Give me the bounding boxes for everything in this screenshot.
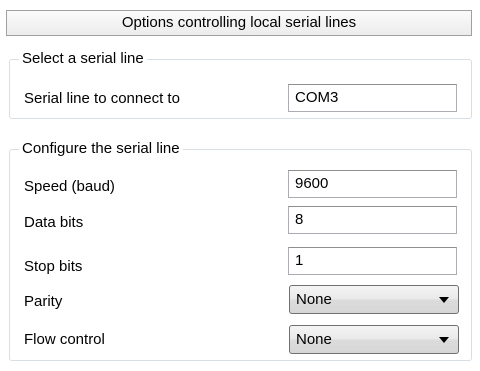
flow-control-selected-value: None — [296, 331, 332, 348]
chevron-down-icon — [439, 297, 449, 303]
flow-control-label: Flow control — [24, 331, 105, 348]
serial-options-panel: Options controlling local serial lines S… — [0, 0, 480, 371]
serial-line-label: Serial line to connect to — [24, 90, 180, 107]
speed-input[interactable]: 9600 — [288, 170, 457, 198]
stop-bits-label: Stop bits — [24, 258, 83, 275]
select-serial-line-group-title: Select a serial line — [19, 50, 147, 68]
chevron-down-icon — [439, 337, 449, 343]
parity-selected-value: None — [296, 291, 332, 308]
stop-bits-input[interactable]: 1 — [288, 247, 457, 275]
section-header: Options controlling local serial lines — [6, 10, 472, 36]
data-bits-input[interactable]: 8 — [288, 206, 457, 234]
serial-line-input[interactable]: COM3 — [288, 84, 457, 112]
data-bits-label: Data bits — [24, 214, 84, 231]
configure-serial-line-group-title: Configure the serial line — [19, 140, 183, 158]
flow-control-select[interactable]: None — [289, 325, 459, 354]
parity-select[interactable]: None — [289, 285, 459, 314]
speed-label: Speed (baud) — [24, 178, 115, 195]
parity-label: Parity — [24, 293, 63, 310]
